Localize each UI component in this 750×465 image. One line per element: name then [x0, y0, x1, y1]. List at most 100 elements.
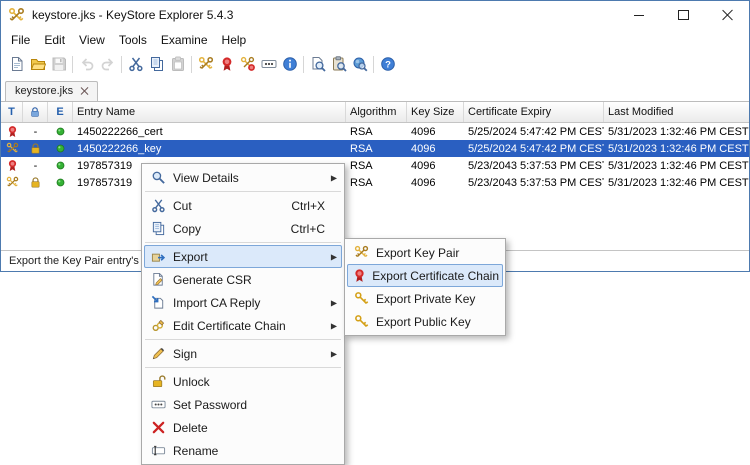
toolbar-separator — [191, 56, 192, 73]
menu-item-label: Import CA Reply — [173, 296, 260, 310]
export-submenu-item-export-public-key[interactable]: Export Public Key — [347, 310, 503, 333]
table-row-197857319[interactable]: -197857319RSA40965/23/2043 5:37:53 PM CE… — [1, 157, 749, 174]
menu-separator — [145, 191, 341, 192]
titlebar: keystore.jks - KeyStore Explorer 5.4.3 — [1, 1, 749, 29]
context-menu-item-unlock[interactable]: Unlock — [144, 370, 342, 393]
column-header-last-modified[interactable]: Last Modified — [604, 102, 749, 122]
context-menu-item-set-password[interactable]: Set Password — [144, 393, 342, 416]
undo-button[interactable] — [76, 52, 97, 76]
examine-file-button[interactable] — [307, 52, 328, 76]
column-header-algorithm[interactable]: Algorithm — [346, 102, 407, 122]
tab-close-icon[interactable] — [80, 87, 88, 95]
table-body: -1450222266_certRSA40965/25/2024 5:47:42… — [1, 123, 749, 191]
tabbar: keystore.jks — [1, 78, 749, 102]
context-menu-item-export[interactable]: Export ▶ — [144, 245, 342, 268]
menu-separator — [145, 339, 341, 340]
import-trusted-certificate-button[interactable] — [216, 52, 237, 76]
key-size-cell: 4096 — [407, 143, 464, 155]
table-row-197857319[interactable]: 197857319RSA40965/23/2043 5:37:53 PM CES… — [1, 174, 749, 191]
menu-item-label: Export Private Key — [376, 292, 475, 306]
context-menu-item-delete[interactable]: Delete — [144, 416, 342, 439]
context-menu-item-rename[interactable]: Rename — [144, 439, 342, 462]
help-icon: ? — [380, 56, 396, 72]
menu-item-label: Export Key Pair — [376, 246, 459, 260]
toolbar-separator — [373, 56, 374, 73]
context-menu-item-copy[interactable]: CopyCtrl+C — [144, 217, 342, 240]
edit-chain-icon — [148, 318, 168, 333]
import-key-pair-button[interactable] — [237, 52, 258, 76]
unlocked-placeholder: - — [34, 126, 38, 138]
export-submenu-item-export-private-key[interactable]: Export Private Key — [347, 287, 503, 310]
submenu-arrow-icon: ▶ — [331, 252, 337, 261]
context-menu-item-import-ca-reply[interactable]: Import CA Reply▶ — [144, 291, 342, 314]
save-button[interactable] — [48, 52, 69, 76]
tab-keystore-jks[interactable]: keystore.jks — [5, 81, 98, 101]
export-box-icon — [148, 249, 168, 264]
properties-icon — [282, 56, 298, 72]
open-button[interactable] — [27, 52, 48, 76]
context-menu-item-sign[interactable]: Sign▶ — [144, 342, 342, 365]
minimize-button[interactable] — [617, 1, 661, 29]
key-icon — [351, 314, 371, 329]
context-menu-item-cut[interactable]: CutCtrl+X — [144, 194, 342, 217]
rename-field-icon — [148, 443, 168, 458]
close-button[interactable] — [705, 1, 749, 29]
toolbar-separator — [121, 56, 122, 73]
toolbar: ? — [1, 50, 749, 78]
unlock-icon — [148, 374, 168, 389]
menubar-item-edit[interactable]: Edit — [37, 31, 72, 49]
status-ok-icon — [54, 176, 67, 189]
column-header-expiry-status[interactable]: E — [48, 102, 73, 122]
export-submenu-item-export-key-pair[interactable]: Export Key Pair — [347, 241, 503, 264]
export-submenu-item-export-certificate-chain[interactable]: Export Certificate Chain — [347, 264, 503, 287]
redo-button[interactable] — [97, 52, 118, 76]
column-header-type[interactable]: T — [1, 102, 23, 122]
menu-item-label: View Details — [173, 171, 239, 185]
table-row-1450222266-cert[interactable]: -1450222266_certRSA40965/25/2024 5:47:42… — [1, 123, 749, 140]
generate-key-pair-button[interactable] — [195, 52, 216, 76]
set-password-button[interactable] — [258, 52, 279, 76]
column-header-key-size[interactable]: Key Size — [407, 102, 464, 122]
context-menu-item-edit-certificate-chain[interactable]: Edit Certificate Chain▶ — [144, 314, 342, 337]
save-icon — [51, 56, 67, 72]
sign-pen-icon — [148, 346, 168, 361]
menubar-item-examine[interactable]: Examine — [154, 31, 215, 49]
column-header-entry-name[interactable]: Entry Name — [73, 102, 346, 122]
cut-button[interactable] — [125, 52, 146, 76]
menubar-item-file[interactable]: File — [4, 31, 37, 49]
close-icon — [721, 9, 733, 21]
unlocked-placeholder: - — [34, 160, 38, 172]
copy-button[interactable] — [146, 52, 167, 76]
magnifier-icon — [148, 170, 168, 185]
new-button[interactable] — [6, 52, 27, 76]
context-menu: View Details▶ CutCtrl+XCopyCtrl+C Export ▶ G… — [141, 163, 345, 465]
redo-icon — [100, 56, 116, 72]
maximize-button[interactable] — [661, 1, 705, 29]
examine-clipboard-button[interactable] — [328, 52, 349, 76]
expiry-status-cell — [48, 142, 73, 155]
entry-name-header-label: Entry Name — [77, 106, 135, 118]
key-size-header-label: Key Size — [411, 106, 454, 118]
detect-file-type-button[interactable] — [349, 52, 370, 76]
toolbar-separator — [303, 56, 304, 73]
entry-name-cell: 1450222266_cert — [73, 126, 346, 138]
menu-item-label: Export — [173, 250, 208, 264]
svg-text:?: ? — [385, 60, 391, 71]
menubar-item-help[interactable]: Help — [215, 31, 254, 49]
window-controls — [617, 1, 749, 29]
menu-item-shortcut: Ctrl+X — [291, 199, 338, 213]
column-header-lock-status[interactable] — [23, 102, 48, 122]
context-menu-item-generate-csr[interactable]: Generate CSR — [144, 268, 342, 291]
help-button[interactable]: ? — [377, 52, 398, 76]
table-row-1450222266-key[interactable]: 1450222266_keyRSA40965/25/2024 5:47:42 P… — [1, 140, 749, 157]
paste-button[interactable] — [167, 52, 188, 76]
entry-name-cell: 1450222266_key — [73, 143, 346, 155]
menu-item-label: Set Password — [173, 398, 247, 412]
menubar-item-view[interactable]: View — [72, 31, 112, 49]
menubar-item-tools[interactable]: Tools — [112, 31, 154, 49]
context-menu-item-view-details[interactable]: View Details▶ — [144, 166, 342, 189]
column-header-certificate-expiry[interactable]: Certificate Expiry — [464, 102, 604, 122]
properties-button[interactable] — [279, 52, 300, 76]
menu-separator — [145, 242, 341, 243]
certificate-expiry-cell: 5/23/2043 5:37:53 PM CEST — [464, 177, 604, 189]
